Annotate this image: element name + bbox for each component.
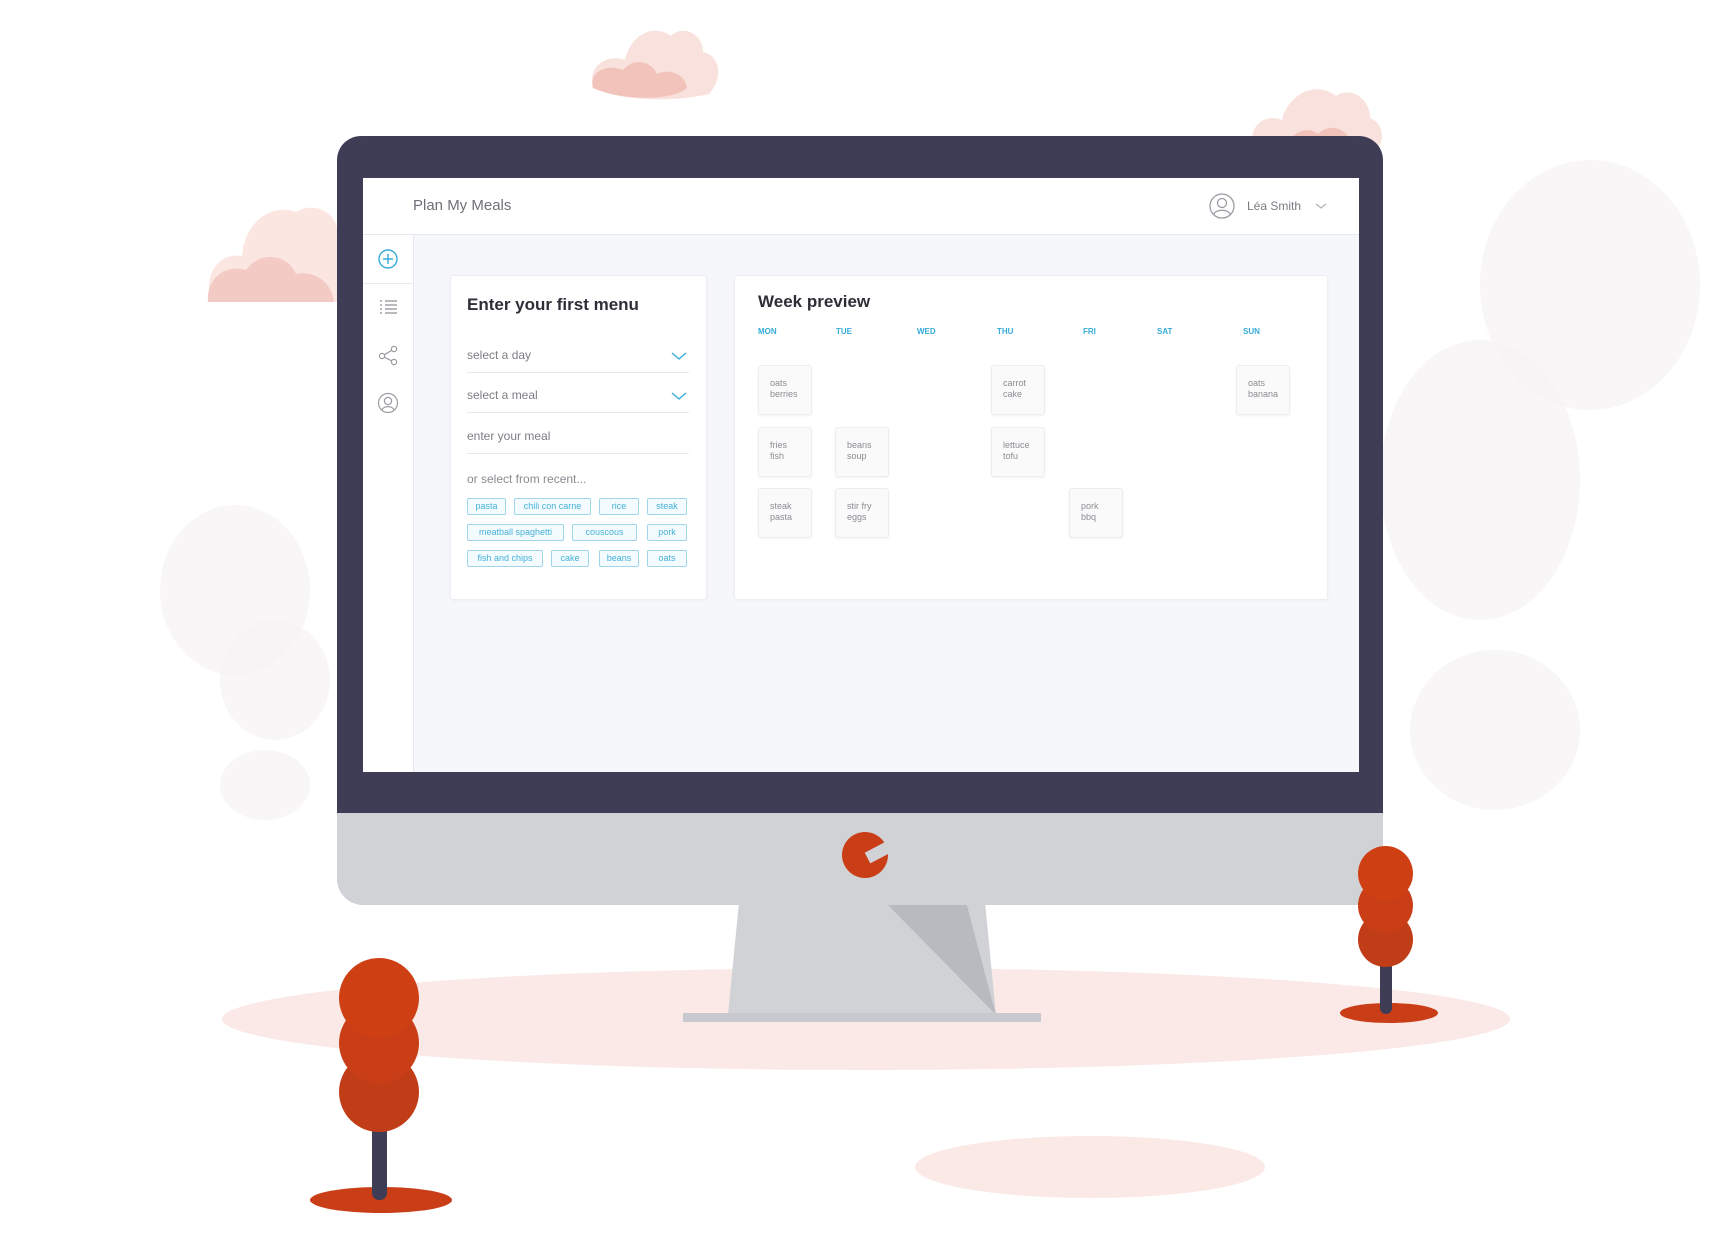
week-preview-card: Week preview MON TUE WED THU FRI SAT SUN… (734, 275, 1328, 600)
meal-card[interactable]: oats berries (758, 365, 812, 415)
meal-line: fries (770, 440, 788, 450)
recent-tag[interactable]: rice (599, 498, 639, 515)
meal-line: bbq (1081, 512, 1097, 522)
meal-line: cake (1003, 389, 1023, 399)
sidebar-item-share[interactable] (363, 331, 413, 379)
list-icon (380, 300, 397, 314)
day-select[interactable]: select a day (467, 344, 689, 373)
user-avatar-icon (1209, 193, 1235, 219)
day-header-thu: THU (997, 327, 1014, 336)
menu-entry-card: Enter your first menu select a day selec… (450, 275, 707, 600)
meal-select-value: select a meal (467, 388, 538, 402)
meal-select[interactable]: select a meal (467, 384, 689, 413)
day-header-sun: SUN (1243, 327, 1260, 336)
meal-line: carrot (1003, 378, 1027, 388)
day-header-sat: SAT (1157, 327, 1173, 336)
plus-circle-icon (378, 249, 398, 269)
background-shape (220, 750, 310, 820)
user-circle-icon (377, 392, 399, 414)
day-header-wed: WED (917, 327, 936, 336)
meal-card[interactable]: stir fry eggs (835, 488, 889, 538)
recent-tag[interactable]: couscous (572, 524, 637, 541)
recent-tag[interactable]: beans (599, 550, 639, 567)
background-shape (1410, 650, 1580, 810)
meal-line: pasta (770, 512, 793, 522)
recent-tag[interactable]: steak (647, 498, 687, 515)
recent-tag[interactable]: pasta (467, 498, 506, 515)
meal-input-placeholder: enter your meal (467, 429, 551, 443)
meal-card[interactable]: pork bbq (1069, 488, 1123, 538)
user-name: Léa Smith (1246, 199, 1301, 213)
meal-line: soup (847, 451, 867, 461)
recent-tag[interactable]: meatball spaghetti (467, 524, 564, 541)
day-header-tue: TUE (836, 327, 852, 336)
meal-line: oats (1248, 378, 1266, 388)
meal-line: steak (770, 501, 792, 511)
share-icon (378, 345, 398, 366)
cloud-illustration (591, 30, 719, 100)
monitor-base (683, 1013, 1041, 1022)
meal-card[interactable]: oats banana (1236, 365, 1290, 415)
recent-label: or select from recent... (467, 472, 587, 486)
meal-line: eggs (847, 512, 867, 522)
meal-line: stir fry (847, 501, 872, 511)
meal-line: banana (1248, 389, 1279, 399)
meal-card[interactable]: lettuce tofu (991, 427, 1045, 477)
menu-card-title: Enter your first menu (467, 295, 639, 314)
tree-foliage (1358, 846, 1413, 901)
recent-tag[interactable]: oats (647, 550, 687, 567)
sidebar (363, 235, 414, 772)
meal-card[interactable]: carrot cake (991, 365, 1045, 415)
chevron-down-icon (671, 352, 687, 360)
recent-tag[interactable]: pork (647, 524, 687, 541)
app-screen: Plan My Meals Léa Smith Enter your first… (363, 178, 1359, 772)
meal-card[interactable]: steak pasta (758, 488, 812, 538)
meal-line: fish (770, 451, 785, 461)
week-preview-title: Week preview (758, 292, 871, 311)
day-header-fri: FRI (1083, 327, 1096, 336)
ground-shadow (915, 1136, 1265, 1198)
chevron-down-icon (1315, 203, 1327, 209)
recent-tag[interactable]: fish and chips (467, 550, 543, 567)
meal-card[interactable]: fries fish (758, 427, 812, 477)
recent-tag[interactable]: cake (551, 550, 589, 567)
sidebar-item-list[interactable] (363, 283, 413, 331)
user-menu[interactable]: Léa Smith (1209, 192, 1327, 220)
app-title: Plan My Meals (413, 197, 512, 214)
meal-line: pork (1081, 501, 1099, 511)
meal-card[interactable]: beans soup (835, 427, 889, 477)
day-header-mon: MON (758, 327, 777, 336)
meal-line: oats (770, 378, 788, 388)
background-shape (1380, 340, 1580, 620)
sidebar-item-profile[interactable] (363, 379, 413, 427)
day-select-value: select a day (467, 348, 532, 362)
tree-foliage (339, 958, 419, 1038)
background-shape (220, 620, 330, 740)
meal-input[interactable]: enter your meal (467, 425, 689, 454)
recent-tag[interactable]: chili con carne (514, 498, 591, 515)
meal-line: berries (770, 389, 798, 399)
meal-line: beans (847, 440, 872, 450)
top-bar: Plan My Meals Léa Smith (363, 178, 1359, 235)
meal-line: lettuce (1003, 440, 1030, 450)
cloud-illustration (207, 207, 349, 302)
sidebar-item-add[interactable] (363, 235, 413, 284)
chevron-down-icon (671, 392, 687, 400)
meal-line: tofu (1003, 451, 1019, 461)
